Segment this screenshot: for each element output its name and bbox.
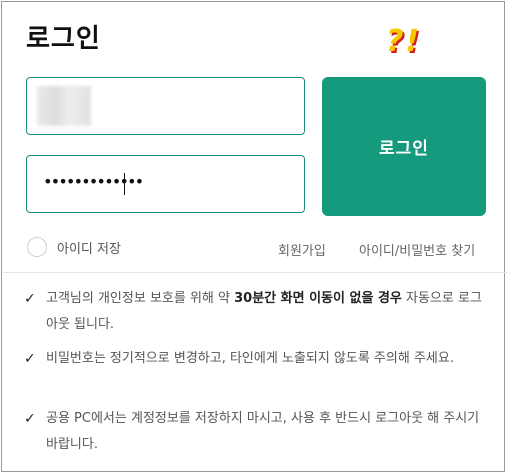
notice-item: ✓ 고객님의 개인정보 보호를 위해 약 30분간 화면 이동이 없을 경우 자… <box>24 286 484 338</box>
password-mask: ••••••••••••• <box>43 172 144 191</box>
save-id-checkbox-row[interactable]: 아이디 저장 <box>27 237 121 257</box>
notice-text: 공용 PC에서는 계정정보를 저장하지 마시고, 사용 후 반드시 로그아웃 해… <box>46 411 480 452</box>
password-input[interactable]: ••••••••••••• <box>26 155 305 213</box>
find-account-link[interactable]: 아이디/비밀번호 찾기 <box>359 240 475 259</box>
notice-text-part: 고객님의 개인정보 보호를 위해 약 <box>46 291 235 306</box>
page-title: 로그인 <box>26 24 101 54</box>
signup-link[interactable]: 회원가입 <box>278 240 326 259</box>
notice-text: 고객님의 개인정보 보호를 위해 약 30분간 화면 이동이 없을 경우 자동으… <box>24 286 484 338</box>
annotation-mark: ?! <box>386 24 422 59</box>
notice-text: 비밀번호는 정기적으로 변경하고, 타인에게 노출되지 않도록 주의해 주세요. <box>46 351 454 366</box>
notice-emphasis: 30분간 화면 이동이 없을 경우 <box>234 291 402 306</box>
save-id-radio[interactable] <box>27 237 47 257</box>
login-button[interactable]: 로그인 <box>322 77 486 216</box>
check-icon: ✓ <box>24 411 36 427</box>
text-caret <box>124 173 125 195</box>
check-icon: ✓ <box>24 351 36 367</box>
login-panel: 로그인 ?! ••••••••••••• 로그인 아이디 저장 회원가입 아이디… <box>1 1 507 472</box>
divider <box>3 272 507 273</box>
save-id-label: 아이디 저장 <box>57 241 121 257</box>
id-input[interactable] <box>26 77 305 135</box>
blurred-id-value <box>37 86 91 126</box>
notice-item: ✓ 공용 PC에서는 계정정보를 저장하지 마시고, 사용 후 반드시 로그아웃… <box>24 406 484 458</box>
check-icon: ✓ <box>24 291 36 307</box>
notice-item: ✓ 비밀번호는 정기적으로 변경하고, 타인에게 노출되지 않도록 주의해 주세… <box>24 346 484 372</box>
